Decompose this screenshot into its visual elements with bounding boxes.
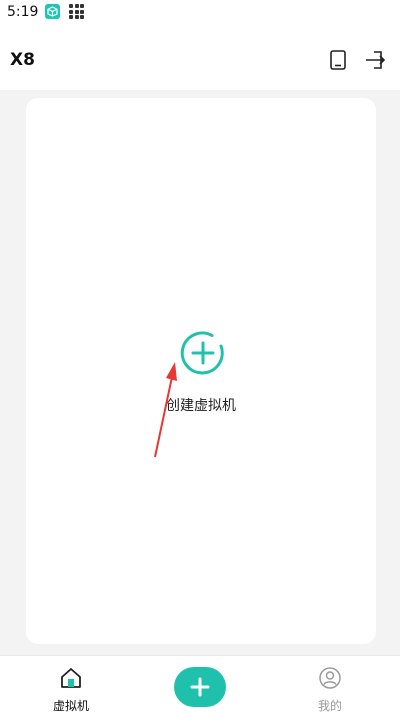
box-app-icon — [45, 4, 60, 19]
app-header: X8 — [0, 24, 400, 90]
logout-icon[interactable] — [364, 48, 388, 72]
status-bar: 5:19 — [0, 0, 400, 24]
profile-icon — [318, 666, 342, 690]
tab-label: 我的 — [317, 699, 342, 713]
grid-icon — [69, 4, 84, 19]
tab-profile[interactable]: 我的 — [290, 664, 370, 716]
add-vm-button[interactable] — [174, 667, 226, 707]
create-vm-label[interactable]: 创建虚拟机 — [26, 395, 376, 415]
add-circle-icon[interactable] — [179, 329, 227, 377]
tab-vm[interactable]: 虚拟机 — [31, 664, 111, 716]
add-icon — [190, 677, 210, 697]
tab-label: 虚拟机 — [52, 699, 89, 713]
tablet-icon[interactable] — [326, 48, 350, 72]
home-icon — [59, 666, 83, 690]
page-title: X8 — [10, 50, 35, 70]
vm-empty-card: 创建虚拟机 — [26, 98, 376, 644]
status-time: 5:19 — [7, 4, 39, 20]
